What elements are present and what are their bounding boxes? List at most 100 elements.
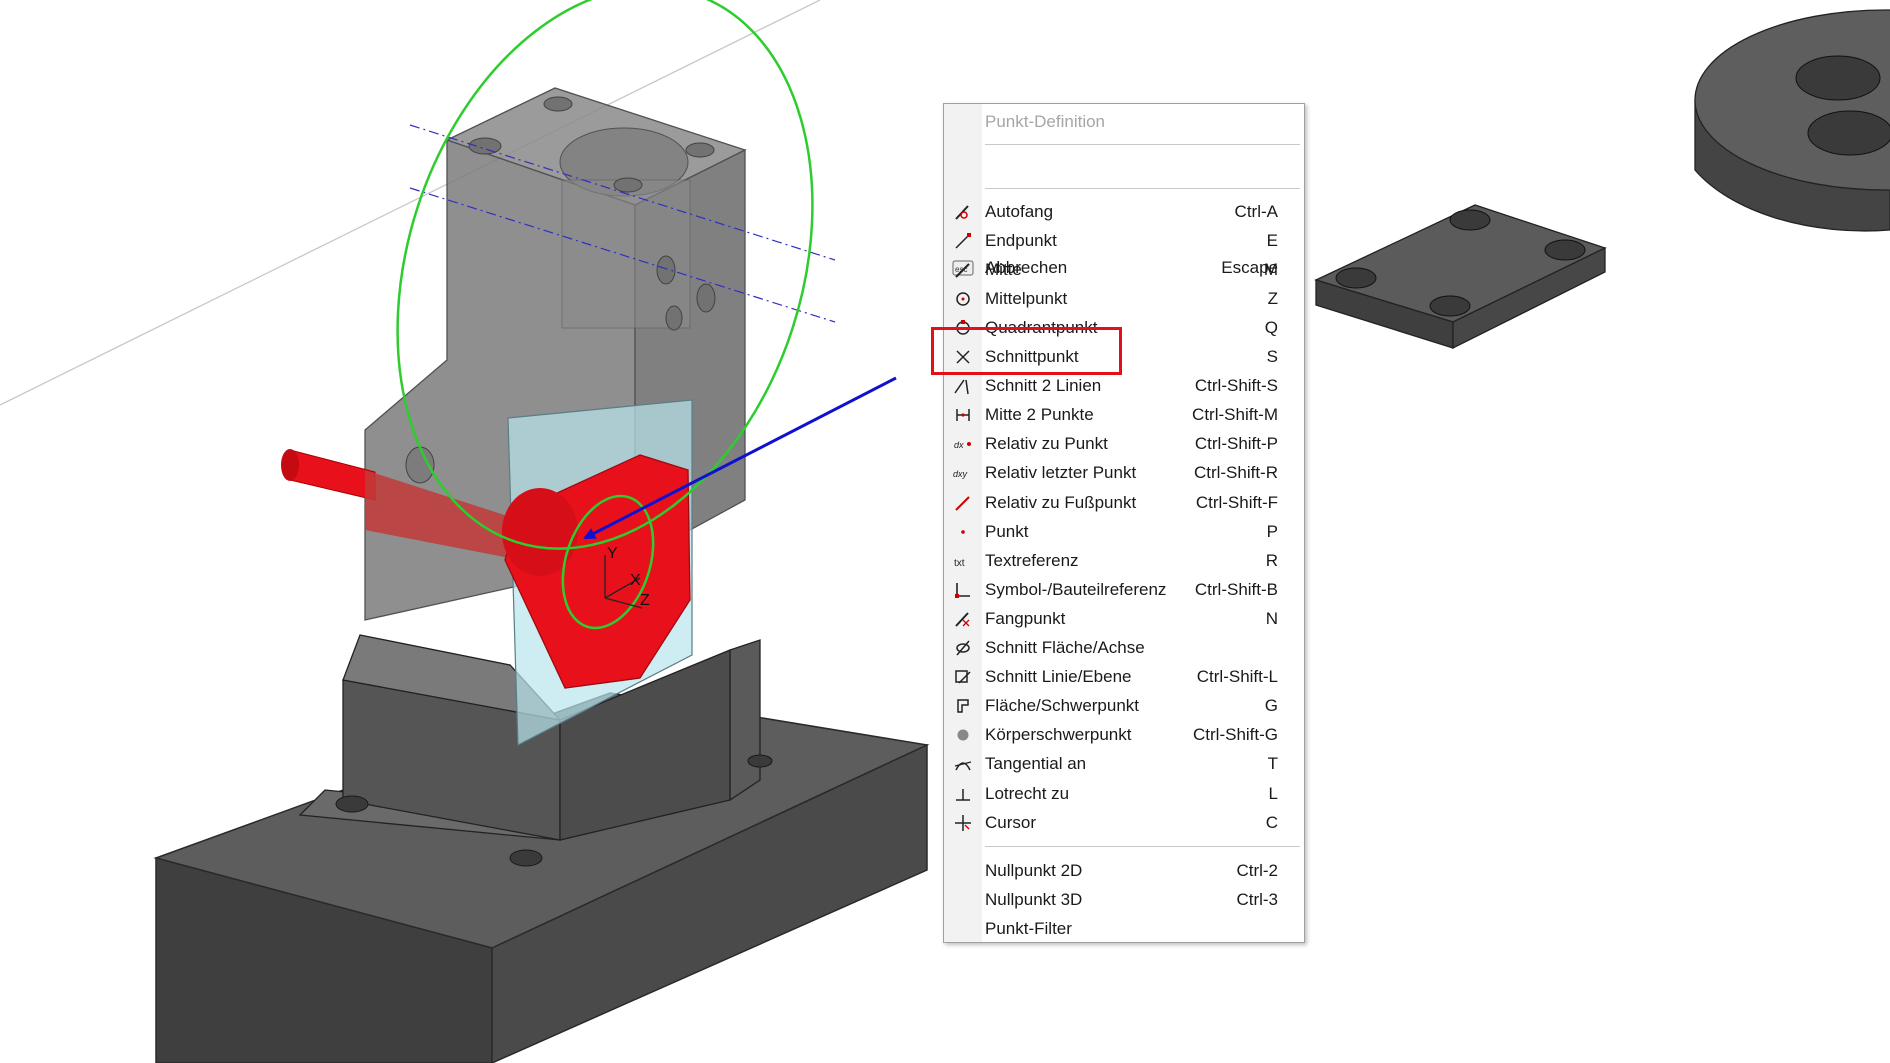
menu-item-shortcut: S	[1266, 347, 1278, 366]
menu-item-label: Mitte	[985, 259, 1022, 279]
menu-item-label: Mitte 2 Punkte	[985, 405, 1094, 425]
menu-item-shortcut: Ctrl-A	[1234, 201, 1278, 221]
menu-item-shortcut: Ctrl-Shift-L	[1196, 667, 1278, 687]
menu-item-shortcut: L	[1268, 783, 1278, 803]
menu-item-fangpunkt[interactable]: Fangpunkt N	[944, 604, 1304, 633]
menu-item-label: Schnitt Linie/Ebene	[985, 667, 1132, 687]
menu-item-label: Lotrecht zu	[985, 783, 1070, 803]
menu-item-shortcut: M	[1263, 259, 1278, 279]
menu-item-label: Symbol-/Bauteilreferenz	[985, 579, 1167, 599]
point-definition-menu: Punkt-Definition esc Abbrechen Escape Au…	[943, 103, 1305, 943]
menu-item-label: Schnitt Fläche/Achse	[985, 638, 1145, 657]
svg-text:dxy: dxy	[953, 469, 968, 479]
highlight-box	[931, 327, 1122, 375]
menu-item-tangential-an[interactable]: Tangential an T	[944, 750, 1304, 779]
menu-item-label: Mittelpunkt	[985, 288, 1068, 308]
menu-item-shortcut: Ctrl-Shift-G	[1193, 725, 1278, 745]
menu-item-schnitt-2-linien[interactable]: Schnitt 2 Linien Ctrl-Shift-S	[944, 372, 1304, 401]
menu-item-label: Nullpunkt 3D	[985, 889, 1083, 909]
menu-item-textreferenz[interactable]: txt Textreferenz R	[944, 546, 1304, 575]
menu-item-label: Relativ zu Punkt	[985, 434, 1108, 454]
menu-item-icon-slot	[944, 885, 982, 914]
menu-item-shortcut: R	[1265, 550, 1278, 570]
menu-item-shortcut: Ctrl-3	[1236, 889, 1278, 909]
relative-foot-icon	[944, 488, 982, 517]
menu-item-label: Punkt-Filter	[985, 918, 1072, 938]
menu-item-shortcut: E	[1266, 230, 1278, 250]
menu-item-icon-slot	[944, 856, 982, 885]
menu-item-mitte[interactable]: Mitte M	[944, 255, 1304, 284]
menu-item-shortcut: Ctrl-2	[1236, 860, 1278, 880]
perpendicular-icon	[944, 779, 982, 808]
svg-text:dx: dx	[954, 440, 964, 450]
point-icon	[944, 517, 982, 546]
menu-item-label: Relativ letzter Punkt	[985, 463, 1137, 483]
menu-item-cursor[interactable]: Cursor C	[944, 808, 1304, 837]
svg-text:txt: txt	[954, 558, 965, 569]
menu-item-shortcut: Ctrl-Shift-R	[1193, 463, 1278, 483]
endpoint-icon	[944, 226, 982, 255]
menu-item-nullpunkt-2d[interactable]: Nullpunkt 2D Ctrl-2	[944, 856, 1304, 885]
intersect-lines-icon	[944, 372, 982, 401]
menu-item-relativ-letzter-punkt[interactable]: dxy Relativ letzter Punkt Ctrl-Shift-R	[944, 459, 1304, 488]
menu-item-shortcut: Q	[1264, 317, 1278, 337]
menu-item-shortcut: T	[1267, 754, 1278, 774]
menu-item-symbol-bauteilreferenz[interactable]: Symbol-/Bauteilreferenz Ctrl-Shift-B	[944, 575, 1304, 604]
menu-item-relativ-zu-fußpunkt[interactable]: Relativ zu Fußpunkt Ctrl-Shift-F	[944, 488, 1304, 517]
menu-item-fläche-schwerpunkt[interactable]: Fläche/Schwerpunkt G	[944, 692, 1304, 721]
menu-item-shortcut: Ctrl-Shift-B	[1194, 579, 1278, 599]
menu-separator	[985, 144, 1300, 145]
menu-item-label: Körperschwerpunkt	[985, 725, 1132, 745]
menu-item-körperschwerpunkt[interactable]: Körperschwerpunkt Ctrl-Shift-G	[944, 721, 1304, 750]
menu-item-shortcut: Ctrl-Shift-S	[1194, 376, 1278, 396]
menu-item-schnitt-linie-ebene[interactable]: Schnitt Linie/Ebene Ctrl-Shift-L	[944, 663, 1304, 692]
menu-item-shortcut: N	[1265, 608, 1278, 628]
symbol-reference-icon	[944, 575, 982, 604]
menu-item-label: Cursor	[985, 812, 1037, 832]
menu-item-punkt-filter[interactable]: Punkt-Filter	[944, 914, 1304, 943]
menu-item-shortcut: Z	[1267, 288, 1278, 308]
cursor-icon	[944, 808, 982, 837]
menu-item-shortcut: P	[1266, 521, 1278, 541]
menu-item-label: Textreferenz	[985, 550, 1079, 570]
menu-item-shortcut: C	[1265, 812, 1278, 832]
menu-item-lotrecht-zu[interactable]: Lotrecht zu L	[944, 779, 1304, 808]
menu-item-autofang[interactable]: Autofang Ctrl-A	[944, 197, 1304, 226]
body-centroid-icon	[944, 721, 982, 750]
menu-item-icon-slot	[944, 914, 982, 943]
menu-item-label: Nullpunkt 2D	[985, 860, 1083, 880]
menu-item-label: Endpunkt	[985, 230, 1057, 250]
menu-item-shortcut: G	[1264, 696, 1278, 716]
cover-plate[interactable]	[1314, 204, 1607, 350]
menu-title: Punkt-Definition	[985, 112, 1106, 131]
menu-item-shortcut: Ctrl-Shift-P	[1194, 434, 1278, 454]
menu-item-label: Fangpunkt	[985, 608, 1066, 628]
snap-point-icon	[944, 604, 982, 633]
surface-axis-icon	[944, 634, 982, 663]
center-icon	[944, 284, 982, 313]
menu-item-endpunkt[interactable]: Endpunkt E	[944, 226, 1304, 255]
menu-item-label: Fläche/Schwerpunkt	[985, 696, 1140, 716]
surface-centroid-icon	[944, 692, 982, 721]
menu-item-mittelpunkt[interactable]: Mittelpunkt Z	[944, 284, 1304, 313]
menu-item-shortcut: Ctrl-Shift-M	[1192, 405, 1278, 425]
relative-point-icon: dx	[944, 430, 982, 459]
autofang-icon	[944, 197, 982, 226]
menu-item-label: Relativ zu Fußpunkt	[985, 492, 1137, 512]
menu-separator	[985, 188, 1300, 189]
menu-separator	[985, 846, 1300, 847]
menu-item-relativ-zu-punkt[interactable]: dx Relativ zu Punkt Ctrl-Shift-P	[944, 430, 1304, 459]
menu-item-nullpunkt-3d[interactable]: Nullpunkt 3D Ctrl-3	[944, 885, 1304, 914]
menu-item-punkt[interactable]: Punkt P	[944, 517, 1304, 546]
menu-item-label: Autofang	[985, 201, 1054, 221]
midpoint-icon	[944, 255, 982, 284]
menu-item-label: Punkt	[985, 521, 1029, 541]
axis-label-y: Y	[607, 545, 618, 562]
line-plane-icon	[944, 663, 982, 692]
menu-item-shortcut: Ctrl-Shift-F	[1195, 492, 1278, 512]
menu-item-schnitt-fläche-achse[interactable]: Schnitt Fläche/Achse	[944, 634, 1304, 663]
menu-item-mitte-2-punkte[interactable]: Mitte 2 Punkte Ctrl-Shift-M	[944, 401, 1304, 430]
relative-last-icon: dxy	[944, 459, 982, 488]
menu-item-label: Schnitt 2 Linien	[985, 376, 1102, 396]
round-disk[interactable]	[1694, 9, 1890, 232]
